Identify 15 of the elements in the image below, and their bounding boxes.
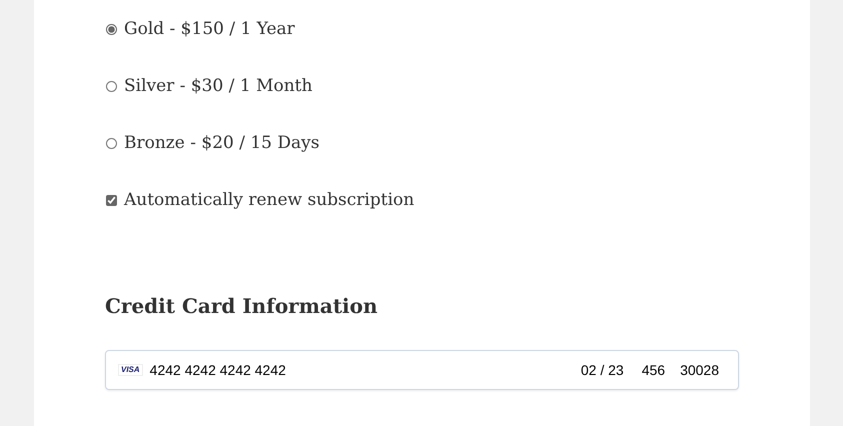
card-number: 4242 4242 4242 4242 [150, 360, 287, 380]
renew-checkbox[interactable] [106, 195, 117, 206]
card-zip: 30028 [680, 360, 719, 380]
card-brand-logo: VISA [118, 364, 143, 376]
plan-label: Gold - $150 / 1 Year [124, 18, 295, 41]
plan-label: Bronze - $20 / 15 Days [124, 132, 320, 155]
plan-radio[interactable] [106, 138, 117, 149]
plan-radio[interactable] [106, 24, 117, 35]
card-cvc: 456 [642, 360, 666, 380]
section-heading: Credit Card Information [105, 294, 379, 318]
plan-radio[interactable] [106, 81, 117, 92]
plan-label: Silver - $30 / 1 Month [124, 74, 312, 98]
card-expiry: 02 / 23 [580, 360, 624, 380]
card-input-field[interactable]: VISA 4242 4242 4242 4242 02 / 23 456 30028 [105, 350, 739, 390]
checkbox-label: Automatically renew subscription [124, 188, 414, 212]
